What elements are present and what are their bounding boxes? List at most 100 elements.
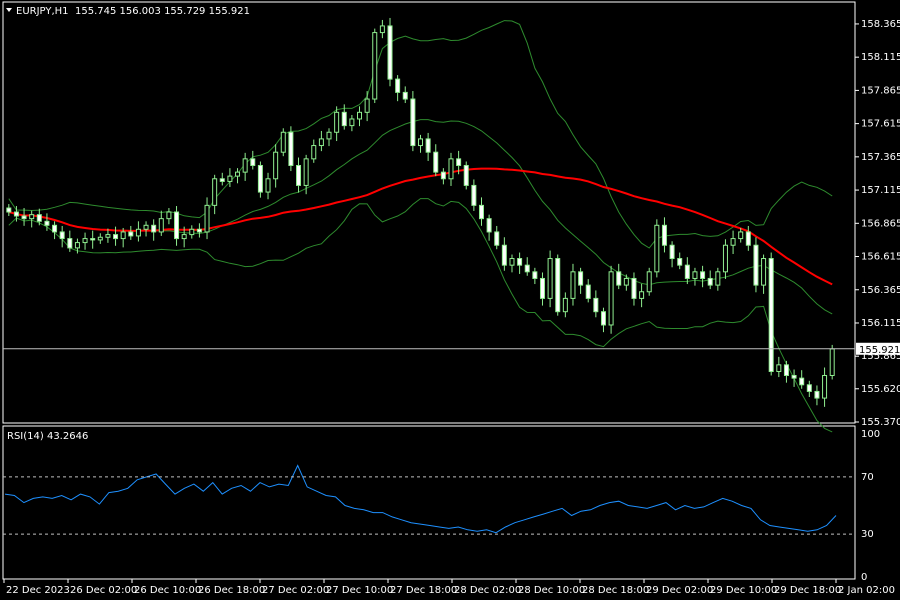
candle xyxy=(135,221,141,242)
candle-body-bear xyxy=(791,374,797,379)
candle xyxy=(524,257,530,276)
candle-body-bear xyxy=(669,244,675,260)
candle-body-bear xyxy=(524,264,530,273)
price-tick-label: 157.615 xyxy=(861,119,900,130)
candle-body-bear xyxy=(67,238,73,249)
candle xyxy=(761,254,767,294)
candle-body-bull xyxy=(776,364,782,372)
rsi-panel-frame xyxy=(2,425,856,580)
candle-body-bear xyxy=(478,204,484,220)
price-tick-label: 157.865 xyxy=(861,85,900,96)
candle xyxy=(97,233,103,244)
candle-body-bull xyxy=(692,271,698,279)
candle-body-bull xyxy=(761,258,767,286)
candle xyxy=(822,367,828,407)
candle-body-bull xyxy=(570,271,576,299)
candle xyxy=(318,130,324,152)
candle xyxy=(90,230,96,249)
candle xyxy=(494,225,500,250)
candle xyxy=(410,91,416,152)
candle-body-bull xyxy=(235,171,241,177)
candle xyxy=(21,208,27,226)
time-tick-label: 28 Dec 18:00 xyxy=(582,585,649,596)
candle xyxy=(166,208,172,225)
candle-body-bull xyxy=(303,158,309,186)
candle xyxy=(440,168,446,185)
candle-body-bear xyxy=(59,231,65,240)
candle xyxy=(517,252,523,274)
candle-body-bear xyxy=(387,25,393,80)
candle-body-bear xyxy=(753,244,759,286)
candle-body-bull xyxy=(334,111,340,133)
candle xyxy=(151,219,157,241)
candle xyxy=(738,227,744,243)
candle-body-bull xyxy=(738,231,744,240)
candle xyxy=(448,152,454,186)
candle xyxy=(684,257,690,285)
rsi-line xyxy=(4,464,837,534)
candle-body-bear xyxy=(745,231,751,246)
rsi-level-label: 70 xyxy=(861,472,874,483)
candle-body-bear xyxy=(402,91,408,100)
candle-body-bear xyxy=(288,131,294,166)
candle xyxy=(608,265,614,334)
candle-body-bear xyxy=(219,178,225,182)
candle xyxy=(547,250,553,308)
price-tick-label: 157.365 xyxy=(861,152,900,163)
candle-body-bear xyxy=(410,98,416,147)
candle-body-bull xyxy=(280,131,286,153)
time-tick-label: 28 Dec 02:00 xyxy=(454,585,521,596)
candle-body-bear xyxy=(90,238,96,241)
candle xyxy=(532,267,538,285)
candle-body-bull xyxy=(364,98,370,113)
candle-body-bull xyxy=(82,238,88,244)
candle xyxy=(235,168,241,184)
candle-body-bull xyxy=(448,158,454,180)
candle-body-bull xyxy=(654,224,660,273)
candle xyxy=(433,144,439,177)
candle xyxy=(418,134,423,153)
candle xyxy=(791,369,797,387)
candle-body-bear xyxy=(196,228,202,233)
candle xyxy=(562,292,568,318)
candle xyxy=(570,263,576,306)
candle-body-bear xyxy=(700,271,706,279)
candle-body-bear xyxy=(128,231,134,237)
candle-body-bull xyxy=(829,348,835,376)
candle xyxy=(501,237,507,271)
candle-body-bull xyxy=(74,242,80,249)
candle-body-bear xyxy=(44,220,50,226)
candle-body-bull xyxy=(227,175,233,182)
candle-body-bear xyxy=(539,277,545,299)
candle xyxy=(196,223,202,238)
candle-body-bull xyxy=(120,231,126,240)
candle-body-bear xyxy=(250,158,256,166)
candle xyxy=(715,267,721,291)
candle-body-bull xyxy=(97,236,103,241)
candle xyxy=(219,172,225,186)
candle xyxy=(677,252,683,270)
candle-body-bear xyxy=(707,277,713,286)
candle-body-bear xyxy=(486,218,492,233)
candle xyxy=(776,356,782,378)
ma-line xyxy=(8,167,833,286)
candle xyxy=(478,197,484,226)
candle xyxy=(379,19,385,39)
candle-body-bull xyxy=(143,224,149,230)
candle-body-bear xyxy=(555,258,561,313)
candle-body-bear xyxy=(494,231,500,246)
candle-body-bear xyxy=(631,277,637,299)
candle-body-bull xyxy=(242,158,248,173)
candle-body-bear xyxy=(661,224,667,246)
candle-body-bear xyxy=(517,258,523,266)
symbol-header[interactable]: EURJPY,H1 155.745 156.003 155.729 155.92… xyxy=(6,6,250,17)
candle-body-bear xyxy=(585,284,591,299)
chevron-down-icon[interactable] xyxy=(6,8,12,12)
bollinger-upper xyxy=(8,20,833,249)
candle-body-bull xyxy=(715,271,721,286)
candle-body-bear xyxy=(814,390,820,399)
candle-body-bull xyxy=(349,118,355,127)
candle-body-bull xyxy=(623,277,629,286)
price-tick-label: 156.365 xyxy=(861,285,900,296)
candle xyxy=(158,210,164,236)
